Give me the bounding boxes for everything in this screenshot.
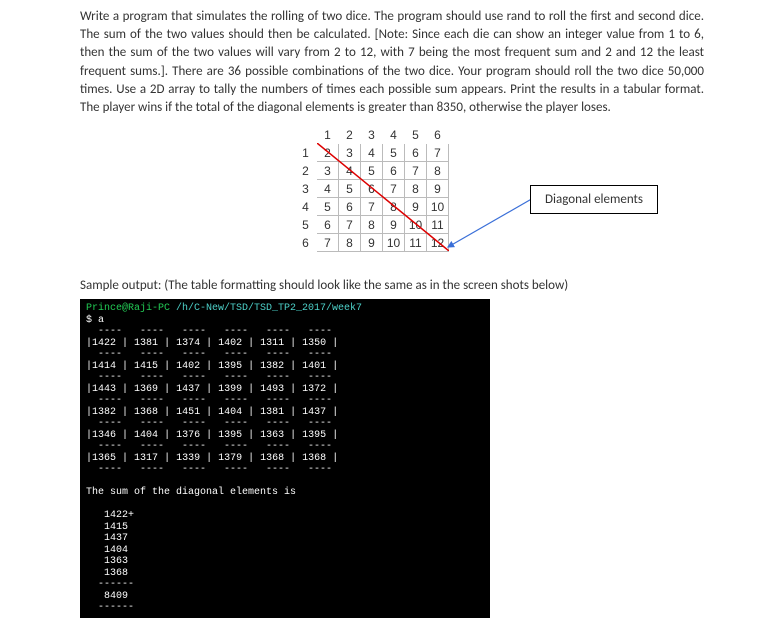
row-header: 2 xyxy=(295,162,317,180)
cell: 2 xyxy=(317,144,339,162)
col-header: 2 xyxy=(339,126,361,144)
table-row: |1382 | 1368 | 1451 | 1404 | 1381 | 1437… xyxy=(86,407,484,419)
terminal-output: Prince@Raji-PC /h/C-New/TSD/TSD_TP2_2017… xyxy=(80,299,490,618)
cell: 9 xyxy=(405,198,427,216)
cell: 8 xyxy=(383,198,405,216)
diag-value: 1422+ xyxy=(86,510,484,522)
cell: 10 xyxy=(383,234,405,252)
cell: 4 xyxy=(317,180,339,198)
cell: 4 xyxy=(339,162,361,180)
diag-value: 1363 xyxy=(86,556,484,568)
cell: 7 xyxy=(383,180,405,198)
cell: 7 xyxy=(405,162,427,180)
table-row: |1443 | 1369 | 1437 | 1399 | 1493 | 1372… xyxy=(86,384,484,396)
cell: 5 xyxy=(339,180,361,198)
cell: 8 xyxy=(361,216,383,234)
diag-value: 1368 xyxy=(86,568,484,580)
table-row: |1422 | 1381 | 1374 | 1402 | 1311 | 1350… xyxy=(86,338,484,350)
cell: 6 xyxy=(317,216,339,234)
table-row: |1346 | 1404 | 1376 | 1395 | 1363 | 1395… xyxy=(86,430,484,442)
prompt-user: Prince@Raji-PC xyxy=(86,303,176,314)
cell: 11 xyxy=(427,216,449,234)
divider: ---- ---- ---- ---- ---- ---- xyxy=(86,326,484,338)
table-row: |1365 | 1317 | 1339 | 1379 | 1368 | 1368… xyxy=(86,453,484,465)
divider: ---- ---- ---- ---- ---- ---- xyxy=(86,464,484,476)
row-header: 1 xyxy=(295,144,317,162)
cell: 11 xyxy=(405,234,427,252)
cell: 8 xyxy=(339,234,361,252)
divider: ---- ---- ---- ---- ---- ---- xyxy=(86,418,484,430)
divider: ---- ---- ---- ---- ---- ---- xyxy=(86,395,484,407)
cell: 7 xyxy=(339,216,361,234)
col-header: 6 xyxy=(427,126,449,144)
divider: ---- ---- ---- ---- ---- ---- xyxy=(86,372,484,384)
cell: 8 xyxy=(427,162,449,180)
cell: 7 xyxy=(361,198,383,216)
diagonal-label: Diagonal elements xyxy=(530,185,658,214)
cell: 6 xyxy=(383,162,405,180)
row-header: 4 xyxy=(295,198,317,216)
row-header: 5 xyxy=(295,216,317,234)
divider: ---- ---- ---- ---- ---- ---- xyxy=(86,349,484,361)
cell: 5 xyxy=(383,144,405,162)
col-header: 4 xyxy=(383,126,405,144)
cell: 6 xyxy=(339,198,361,216)
table-row: |1414 | 1415 | 1402 | 1395 | 1382 | 1401… xyxy=(86,361,484,373)
col-header: 1 xyxy=(317,126,339,144)
problem-statement: Write a program that simulates the rolli… xyxy=(80,8,704,117)
diag-value: 1437 xyxy=(86,533,484,545)
cell: 7 xyxy=(317,234,339,252)
dice-sum-table: 1 2 3 4 5 6 1 2 3 4 5 6 7 2 3 4 5 6 xyxy=(294,125,449,252)
row-header: 3 xyxy=(295,180,317,198)
diag-value: 1415 xyxy=(86,522,484,534)
row-header: 6 xyxy=(295,234,317,252)
sample-output-caption: Sample output: (The table formatting sho… xyxy=(80,278,704,293)
cell: 8 xyxy=(405,180,427,198)
cell: 9 xyxy=(361,234,383,252)
cell: 6 xyxy=(361,180,383,198)
cell: 5 xyxy=(317,198,339,216)
dice-diagram: 1 2 3 4 5 6 1 2 3 4 5 6 7 2 3 4 5 6 xyxy=(80,125,704,270)
prompt-path: /h/C-New/TSD/TSD_TP2_2017/week7 xyxy=(176,303,362,314)
divider: ------ xyxy=(86,602,484,614)
cell: 12 xyxy=(427,234,449,252)
cell: 4 xyxy=(361,144,383,162)
cell: 3 xyxy=(317,162,339,180)
cell: 9 xyxy=(427,180,449,198)
cell: 5 xyxy=(361,162,383,180)
col-header: 5 xyxy=(405,126,427,144)
cell: 10 xyxy=(427,198,449,216)
cell: 7 xyxy=(427,144,449,162)
col-header: 3 xyxy=(361,126,383,144)
prompt-command: $ a xyxy=(86,315,484,327)
diag-value: 1404 xyxy=(86,545,484,557)
cell: 9 xyxy=(383,216,405,234)
cell: 10 xyxy=(405,216,427,234)
divider: ------ xyxy=(86,579,484,591)
cell: 6 xyxy=(405,144,427,162)
divider: ---- ---- ---- ---- ---- ---- xyxy=(86,441,484,453)
cell: 3 xyxy=(339,144,361,162)
sum-label: The sum of the diagonal elements is xyxy=(86,487,484,499)
diag-total: 8409 xyxy=(86,591,484,603)
